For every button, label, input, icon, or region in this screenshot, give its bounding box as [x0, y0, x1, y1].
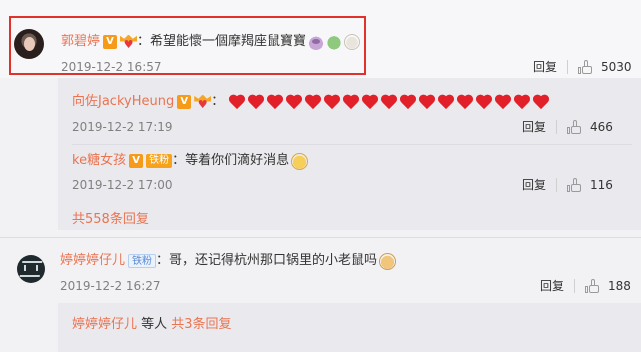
reply-button[interactable]: 回复 — [522, 118, 546, 136]
verified-icon: V — [129, 154, 144, 168]
comment-text: ：希望能懷一個摩羯座鼠寶寶 — [137, 34, 307, 49]
crown-heart-icon: ♥ — [194, 94, 212, 110]
green-creature-emoji-icon — [326, 34, 343, 50]
like-count: 116 — [590, 178, 613, 192]
red-heart-emoji-icon — [532, 94, 550, 111]
like-icon[interactable] — [567, 119, 582, 135]
timestamp: 2019-12-2 16:57 — [61, 60, 162, 74]
comment-text: ： — [211, 94, 225, 109]
reply-actions-1: 回复 466 — [522, 118, 613, 136]
red-heart-emoji-icon — [361, 94, 379, 111]
red-heart-emoji-icon — [418, 94, 436, 111]
others-text: 等人 — [137, 317, 172, 332]
timestamp: 2019-12-2 16:27 — [60, 279, 161, 293]
more-replies-link[interactable]: 共558条回复 — [72, 211, 149, 229]
main-comment-meta: 2019-12-2 16:57 — [61, 58, 162, 76]
red-heart-emoji-icon — [342, 94, 360, 111]
avatar[interactable] — [17, 255, 45, 283]
divider — [556, 178, 558, 192]
comment-text: ：哥，还记得杭州那口锅里的小老鼠吗 — [156, 253, 378, 268]
red-heart-emoji-icon — [304, 94, 322, 111]
reply-button[interactable]: 回复 — [533, 58, 557, 76]
pig-emoji-icon — [308, 34, 325, 50]
second-comment-actions: 回复 188 — [540, 277, 631, 295]
comment-text: ：等着你们滴好消息 — [172, 153, 290, 168]
red-heart-emoji-icon — [266, 94, 284, 111]
hearts-row — [228, 94, 551, 111]
red-heart-emoji-icon — [323, 94, 341, 111]
red-heart-emoji-icon — [228, 94, 246, 111]
main-comment-actions: 回复 5030 — [533, 58, 632, 76]
like-icon[interactable] — [578, 59, 593, 75]
reply-line-2: ke糖女孩 V 铁粉 ：等着你们滴好消息 — [72, 152, 309, 170]
username-link[interactable]: 郭碧婷 — [61, 33, 100, 51]
divider — [567, 60, 569, 74]
verified-icon: V — [177, 95, 192, 109]
reply-button[interactable]: 回复 — [540, 277, 564, 295]
sub-replies-link[interactable]: 共3条回复 — [171, 316, 231, 334]
reply-meta-2: 2019-12-2 17:00 — [72, 176, 173, 194]
red-heart-emoji-icon — [494, 94, 512, 111]
like-icon[interactable] — [567, 177, 582, 193]
second-comment-line: 婷婷婷仔儿 铁粉 ：哥，还记得杭州那口锅里的小老鼠吗 — [60, 252, 397, 270]
main-comment-line: 郭碧婷 V ♥ ：希望能懷一個摩羯座鼠寶寶 — [61, 33, 361, 51]
comment-divider — [0, 237, 641, 238]
red-heart-emoji-icon — [380, 94, 398, 111]
like-icon[interactable] — [585, 278, 600, 294]
username-link[interactable]: 婷婷婷仔儿 — [72, 316, 137, 334]
fan-badge: 铁粉 — [128, 254, 157, 268]
reply-button[interactable]: 回复 — [522, 176, 546, 194]
reply-actions-2: 回复 116 — [522, 176, 613, 194]
red-heart-emoji-icon — [513, 94, 531, 111]
reply-divider — [72, 144, 632, 145]
reply-meta-1: 2019-12-2 17:19 — [72, 118, 173, 136]
crown-heart-icon: ♥ — [120, 34, 138, 50]
timestamp: 2019-12-2 17:19 — [72, 120, 173, 134]
cat-emoji-icon — [379, 252, 397, 270]
like-count: 188 — [608, 279, 631, 293]
comment-thread: 郭碧婷 V ♥ ：希望能懷一個摩羯座鼠寶寶 2019-12-2 16:57 回复… — [0, 0, 641, 352]
red-heart-emoji-icon — [247, 94, 265, 111]
red-heart-emoji-icon — [456, 94, 474, 111]
red-heart-emoji-icon — [399, 94, 417, 111]
timestamp: 2019-12-2 17:00 — [72, 178, 173, 192]
reply-line-1: 向佐JackyHeung V ♥ ： — [72, 93, 551, 111]
sub-replies-line: 婷婷婷仔儿 等人 共3条回复 — [72, 316, 232, 334]
second-comment-meta: 2019-12-2 16:27 — [60, 277, 161, 295]
avatar[interactable] — [14, 29, 44, 59]
ok-hand-emoji-icon — [291, 152, 309, 170]
fan-badge: 铁粉 — [146, 154, 173, 168]
more-replies: 共558条回复 — [72, 211, 149, 229]
username-link[interactable]: ke糖女孩 — [72, 152, 126, 170]
red-heart-emoji-icon — [437, 94, 455, 111]
divider — [574, 279, 576, 293]
bird-emoji-icon — [344, 34, 361, 50]
verified-icon: V — [103, 35, 118, 49]
like-count: 466 — [590, 120, 613, 134]
red-heart-emoji-icon — [475, 94, 493, 111]
username-link[interactable]: 婷婷婷仔儿 — [60, 252, 125, 270]
like-count: 5030 — [601, 60, 632, 74]
red-heart-emoji-icon — [285, 94, 303, 111]
divider — [556, 120, 558, 134]
username-link[interactable]: 向佐JackyHeung — [72, 93, 174, 111]
